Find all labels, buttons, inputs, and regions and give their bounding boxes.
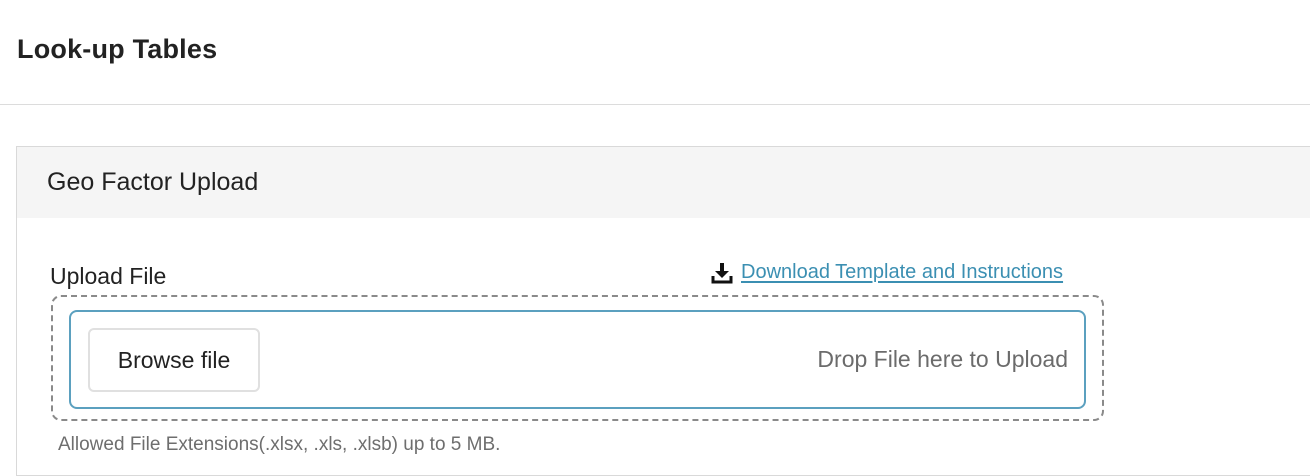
dropzone[interactable]: Browse file Drop File here to Upload — [69, 310, 1086, 409]
page-header: Look-up Tables — [0, 0, 1310, 105]
download-link-label: Download Template and Instructions — [741, 261, 1064, 283]
card-title: Geo Factor Upload — [47, 168, 259, 196]
geo-factor-upload-card: Geo Factor Upload Upload File Download T… — [16, 146, 1310, 476]
download-icon — [711, 262, 733, 284]
download-template-link[interactable]: Download Template and Instructions — [711, 261, 1063, 284]
drop-file-text: Drop File here to Upload — [817, 346, 1068, 372]
allowed-extensions-text: Allowed File Extensions(.xlsx, .xls, .xl… — [58, 434, 501, 455]
card-header: Geo Factor Upload — [17, 147, 1310, 218]
dropzone-outer[interactable]: Browse file Drop File here to Upload — [51, 295, 1104, 421]
browse-file-button[interactable]: Browse file — [88, 328, 260, 392]
upload-file-label: Upload File — [50, 263, 167, 289]
page-title: Look-up Tables — [17, 34, 218, 64]
